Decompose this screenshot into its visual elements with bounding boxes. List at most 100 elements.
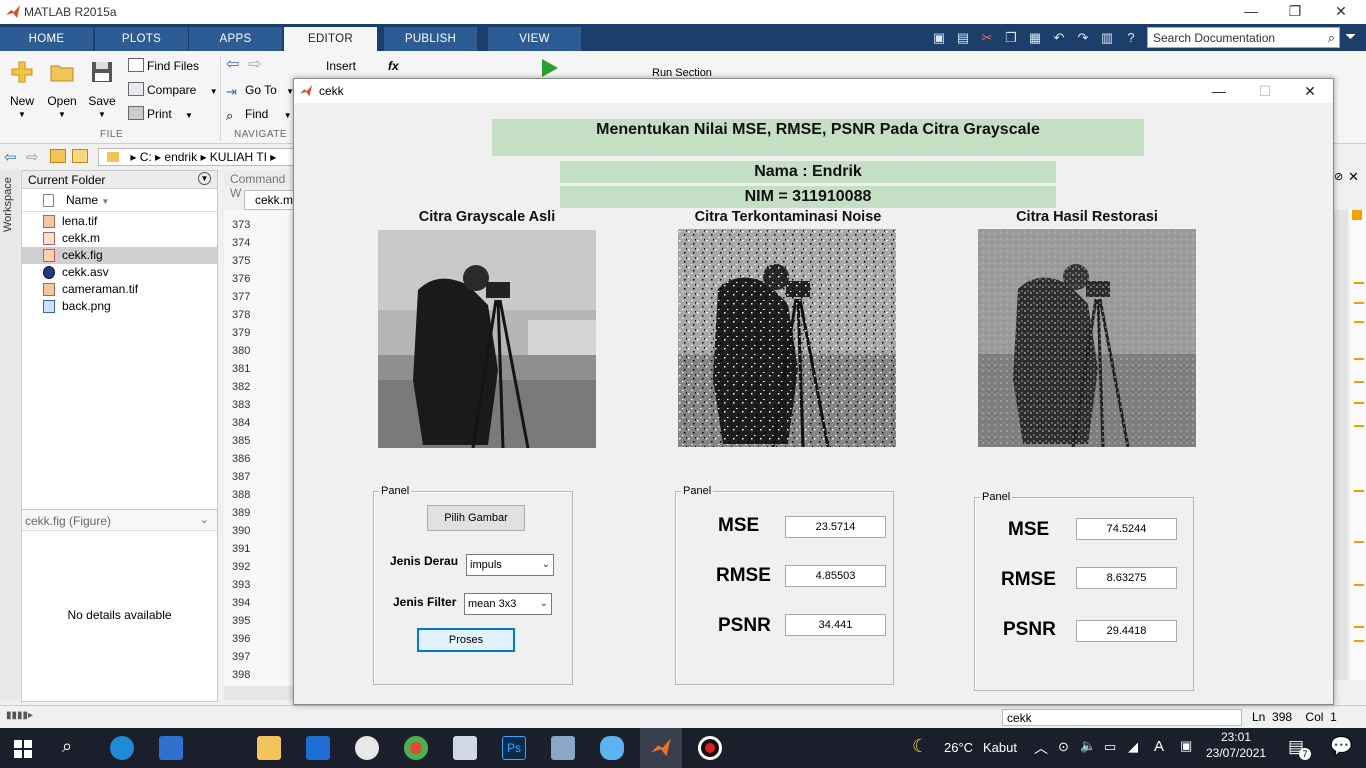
warning-marker[interactable] [1354,640,1364,642]
copy-icon[interactable]: ❐ [1002,29,1020,47]
tab-editor[interactable]: EDITOR [284,27,377,51]
print-button[interactable]: Print ▼ [128,104,193,124]
store-icon[interactable] [159,736,183,760]
restore-button[interactable]: ❐ [1272,0,1318,24]
restore-psnr-value[interactable]: 29.4418 [1076,620,1177,642]
warning-marker[interactable] [1354,358,1364,360]
ime-indicator[interactable]: A [1154,738,1164,755]
minimize-button[interactable]: — [1228,0,1274,24]
help-icon[interactable]: ? [1122,29,1140,47]
panel-menu-icon[interactable]: ▼ [198,172,211,185]
file-item-cekk-asv[interactable]: cekk.asv [22,264,217,281]
figure-close-button[interactable]: ✕ [1287,79,1333,103]
browse-folder-icon[interactable] [72,149,88,163]
address-forward-icon[interactable]: ⇨ [26,148,39,166]
name-column-header[interactable]: Name ▼ [22,190,217,212]
warning-marker[interactable] [1354,626,1364,628]
weather-icon[interactable]: ☾ [912,736,928,757]
warning-indicator-icon[interactable] [1352,210,1362,220]
redo-icon[interactable]: ↷ [1074,29,1092,47]
editor-undock-icon[interactable]: ⊘ [1334,170,1343,183]
warning-marker[interactable] [1354,381,1364,383]
filter-type-select[interactable]: mean 3x3 ⌄ [464,593,552,615]
meet-now-icon[interactable]: ⊙ [1058,739,1069,755]
onedrive-icon[interactable] [600,736,624,760]
taskbar-search-icon[interactable]: ⌕ [62,736,72,757]
save-icon[interactable]: ▤ [954,29,972,47]
record-icon[interactable] [698,736,722,760]
file-item-cameraman[interactable]: cameraman.tif [22,281,217,298]
path-segment[interactable]: KULIAH TI [210,150,267,164]
network-icon[interactable]: ◢ [1128,739,1138,755]
find-button[interactable]: ⌕ Find ▼ [226,104,292,124]
keyboard-icon[interactable]: ▣ [1180,738,1192,754]
folder-path[interactable]: ▸ C: ▸ endrik ▸ KULIAH TI ▸ [98,148,298,166]
tab-publish[interactable]: PUBLISH [384,27,477,51]
chrome-icon[interactable] [404,736,428,760]
warning-marker[interactable] [1354,321,1364,323]
chat-icon[interactable]: 💬 [1330,736,1352,757]
file-explorer-icon[interactable] [257,736,281,760]
matlab-taskbar-button[interactable] [640,728,682,768]
run-icon[interactable] [542,59,558,77]
tab-apps[interactable]: APPS [189,27,282,51]
warning-marker[interactable] [1354,402,1364,404]
details-header[interactable]: cekk.fig (Figure) ⌄ [22,509,217,531]
power-icon[interactable]: ▭ [1104,739,1116,755]
noise-type-select[interactable]: impuls ⌄ [466,554,554,576]
insert-button[interactable]: Insert [326,56,356,76]
warning-marker[interactable] [1354,584,1364,586]
warning-marker[interactable] [1354,302,1364,304]
undo-icon[interactable]: ↶ [1050,29,1068,47]
warning-marker[interactable] [1354,282,1364,284]
filter-icon[interactable]: ⏷ [1345,28,1356,45]
noise-rmse-value[interactable]: 4.85503 [785,565,886,587]
process-button[interactable]: Proses [417,628,515,652]
status-grip-icon[interactable]: ▮▮▮▮▸ [6,710,33,721]
back-nav-icon[interactable]: ⇦ [226,55,239,75]
file-item-back-png[interactable]: back.png [22,298,217,315]
cut-icon[interactable]: ✂ [978,29,996,47]
new-button[interactable]: New ▼ [2,57,42,123]
editor-horizontal-scrollbar[interactable] [224,686,294,700]
file-item-cekk-fig[interactable]: cekk.fig [22,247,217,264]
edge-browser-icon[interactable] [110,736,134,760]
tab-home[interactable]: HOME [0,27,93,51]
forward-nav-icon[interactable]: ⇨ [248,55,261,75]
tab-view[interactable]: VIEW [488,27,581,51]
switch-windows-icon[interactable]: ▥ [1098,29,1116,47]
pick-image-button[interactable]: Pilih Gambar [427,505,525,531]
video-player-icon[interactable] [306,736,330,760]
close-button[interactable]: ✕ [1318,0,1364,24]
tab-plots[interactable]: PLOTS [95,27,188,51]
photoshop-icon[interactable]: Ps [502,736,526,760]
editor-file-tab[interactable]: cekk.m [244,190,294,210]
workspace-sidebar[interactable] [0,170,20,700]
figure-minimize-button[interactable]: — [1196,79,1242,103]
path-segment[interactable]: C: [140,150,152,164]
editor-close-icon[interactable]: ✕ [1348,169,1359,185]
layout-icon[interactable]: ▣ [930,29,948,47]
show-hidden-icons-icon[interactable]: ︿ [1034,738,1048,758]
noise-mse-value[interactable]: 23.5714 [785,516,886,538]
volume-icon[interactable]: 🔈 [1080,738,1096,754]
open-button[interactable]: Open ▼ [42,57,82,123]
windows-start-icon[interactable] [14,740,32,758]
command-window-tab[interactable]: Command W [224,170,294,200]
go-to-button[interactable]: ⇥ Go To ▼ [226,80,294,100]
restore-rmse-value[interactable]: 8.63275 [1076,567,1177,589]
warning-marker[interactable] [1354,541,1364,543]
noise-psnr-value[interactable]: 34.441 [785,614,886,636]
editor-vertical-scrollbar[interactable] [1334,210,1348,680]
search-documentation-input[interactable]: Search Documentation ⌕ [1147,27,1340,48]
paint-3d-icon[interactable] [551,736,575,760]
path-segment[interactable]: endrik [164,150,197,164]
save-button[interactable]: Save ▼ [82,57,122,123]
file-item-cekk-m[interactable]: cekk.m [22,230,217,247]
find-files-button[interactable]: Find Files [128,56,199,76]
figure-maximize-button[interactable]: ☐ [1242,79,1288,103]
restore-mse-value[interactable]: 74.5244 [1076,518,1177,540]
warning-marker[interactable] [1354,425,1364,427]
fx-button[interactable]: fx [388,56,399,76]
file-item-lena[interactable]: lena.tif [22,213,217,230]
